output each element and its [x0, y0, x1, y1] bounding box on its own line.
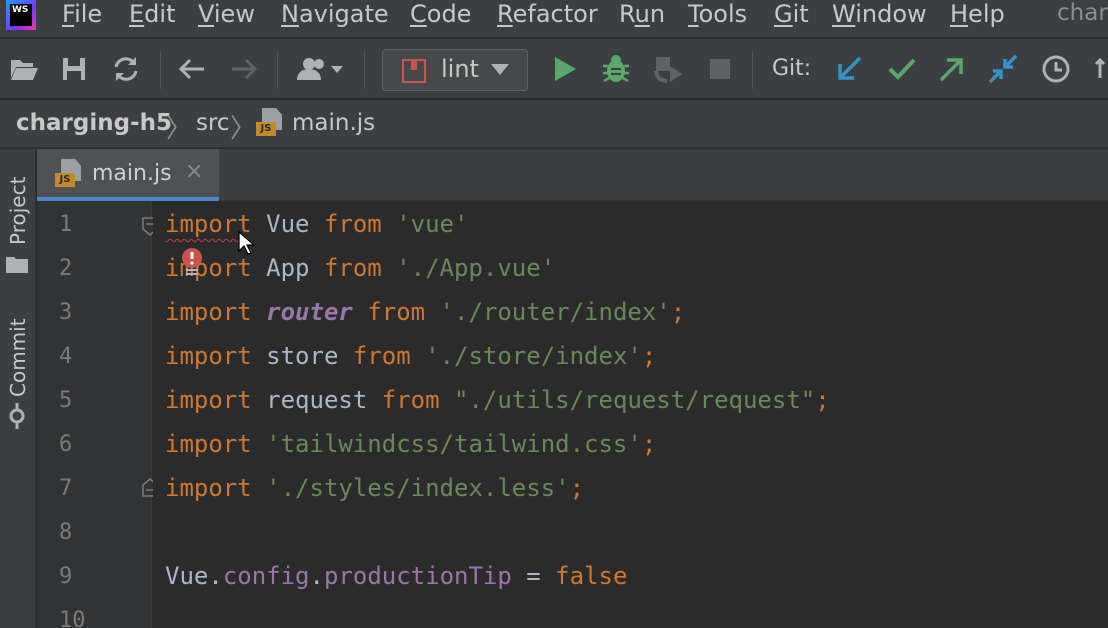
sync-icon[interactable]	[110, 53, 142, 85]
editor-gutter: 1 2 3 4 5 6 7 8 9 10	[37, 202, 152, 628]
line-number: 9	[59, 564, 73, 589]
line-number: 4	[59, 344, 73, 369]
git-label: Git:	[772, 56, 812, 81]
close-icon[interactable]: ×	[185, 159, 203, 184]
line-number: 8	[59, 520, 73, 545]
chevron-down-icon	[491, 64, 509, 75]
breadcrumb: charging-h5 〉 src 〉 JS main.js	[0, 100, 1108, 148]
menu-tools[interactable]: Tools	[688, 0, 747, 30]
run-config-label: lint	[441, 55, 479, 83]
breadcrumb-project[interactable]: charging-h5	[16, 110, 172, 136]
menu-help[interactable]: Help	[950, 0, 1005, 30]
line-number: 2	[59, 256, 73, 281]
menu-bar: WS File Edit View Navigate Code Refactor…	[0, 0, 1108, 38]
commit-tool-label: Commit	[6, 318, 30, 397]
line-number: 10	[59, 608, 86, 628]
line-number: 7	[59, 476, 73, 501]
line-number: 3	[59, 300, 73, 325]
code-line-5: import request from "./utils/request/req…	[165, 386, 830, 414]
mouse-pointer-icon	[238, 231, 254, 255]
logo-text: WS	[10, 4, 32, 26]
editor-tab-bar: JS main.js ×	[37, 149, 1108, 201]
tab-label: main.js	[92, 161, 172, 186]
code-line-1: import Vue from 'vue'	[165, 210, 469, 238]
rollback-icon[interactable]	[1094, 53, 1108, 85]
code-line-9: Vue.config.productionTip = false	[165, 562, 628, 590]
stop-icon[interactable]	[704, 53, 736, 85]
breadcrumb-separator: 〉	[230, 114, 257, 144]
error-marker-icon[interactable]	[180, 247, 204, 277]
menu-edit[interactable]: Edit	[129, 0, 175, 30]
js-file-icon: JS	[256, 108, 286, 138]
code-line-4: import store from './store/index';	[165, 342, 657, 370]
git-update-icon[interactable]	[833, 53, 865, 85]
clock-icon[interactable]	[1040, 53, 1072, 85]
js-file-icon: JS	[55, 159, 85, 189]
menu-file[interactable]: File	[62, 0, 102, 30]
breadcrumb-folder[interactable]: src	[196, 110, 230, 136]
commit-icon	[9, 403, 25, 429]
play-icon[interactable]	[549, 53, 581, 85]
toolbar-separator	[364, 51, 365, 89]
menu-navigate[interactable]: Navigate	[281, 0, 389, 30]
window-title: charging-h5	[1057, 0, 1108, 26]
line-number: 5	[59, 388, 73, 413]
project-tool-button[interactable]: Project	[0, 157, 36, 277]
git-merge-icon[interactable]	[987, 53, 1019, 85]
config-icon	[402, 59, 426, 83]
save-icon[interactable]	[58, 53, 90, 85]
checkmark-icon[interactable]	[886, 53, 918, 85]
menu-refactor[interactable]: Refactor	[497, 0, 598, 30]
toolbar-separator	[277, 51, 278, 89]
menu-git[interactable]: Git	[774, 0, 809, 30]
toolbar-separator	[752, 51, 753, 89]
user-icon[interactable]	[296, 53, 348, 85]
menu-view[interactable]: View	[198, 0, 255, 30]
code-line-2: import App from './App.vue'	[165, 254, 556, 282]
toolbar-separator	[160, 51, 161, 89]
line-number: 6	[59, 432, 73, 457]
breadcrumb-file[interactable]: main.js	[292, 110, 375, 136]
webstorm-logo-icon: WS	[6, 0, 36, 30]
breadcrumb-separator: 〉	[166, 114, 193, 144]
coverage-icon[interactable]	[652, 53, 684, 85]
code-line-7: import './styles/index.less';	[165, 474, 585, 502]
folder-icon	[6, 257, 28, 273]
code-line-6: import 'tailwindcss/tailwind.css';	[165, 430, 657, 458]
line-number: 1	[59, 212, 73, 237]
project-tool-label: Project	[6, 176, 30, 245]
code-editor[interactable]: import Vue from 'vue' import App from '.…	[153, 202, 1108, 628]
arrow-left-icon[interactable]	[176, 53, 208, 85]
commit-tool-button[interactable]: Commit	[0, 305, 36, 435]
git-push-icon[interactable]	[936, 53, 968, 85]
run-config-selector[interactable]: lint	[382, 49, 528, 91]
menu-run[interactable]: Run	[619, 0, 665, 30]
main-toolbar: lint Git:	[0, 39, 1108, 99]
code-line-3: import router from './router/index';	[165, 298, 686, 326]
folder-open-icon[interactable]	[8, 53, 40, 85]
tab-main-js[interactable]: JS main.js ×	[37, 149, 219, 201]
menu-window[interactable]: Window	[832, 0, 927, 30]
arrow-right-icon[interactable]	[228, 53, 260, 85]
tool-window-strip: Project Commit	[0, 149, 36, 628]
bug-icon[interactable]	[600, 53, 632, 85]
menu-code[interactable]: Code	[410, 0, 471, 30]
